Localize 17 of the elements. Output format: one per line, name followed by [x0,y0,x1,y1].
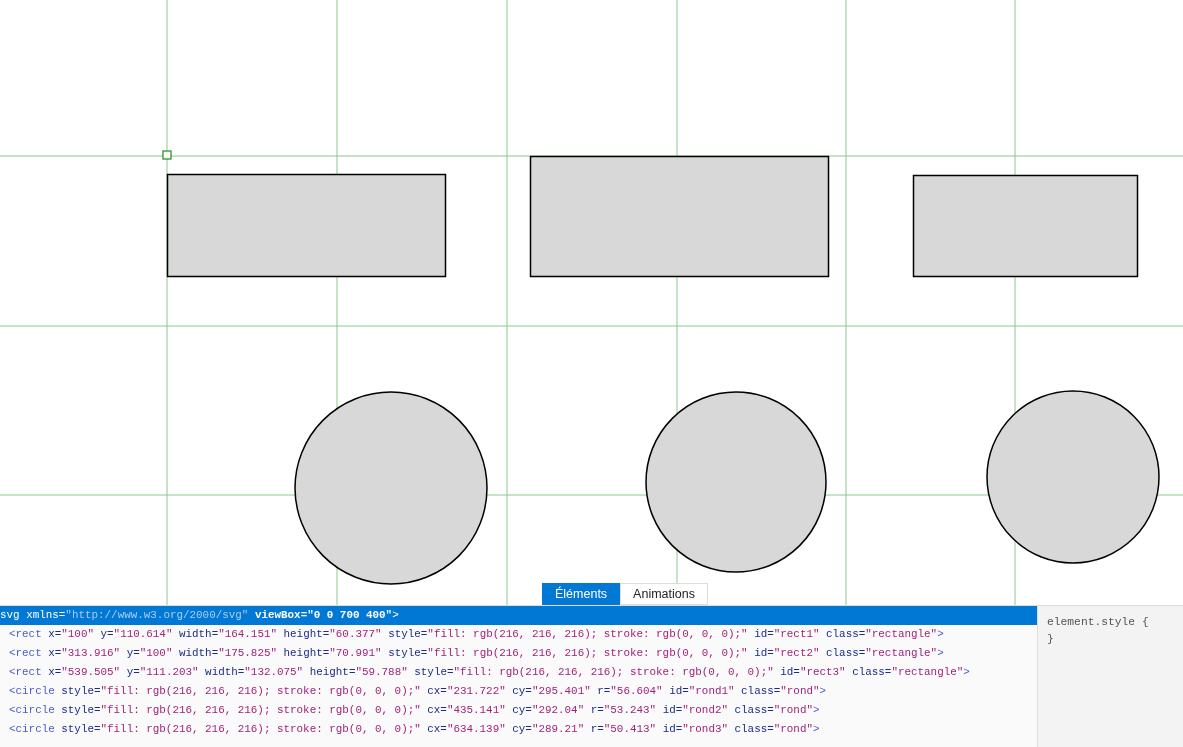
rectangle-shape[interactable] [912,174,1139,278]
devtools-tab[interactable]: Éléments [542,583,621,605]
style-rule-line: } [1047,632,1055,647]
dom-node-line[interactable]: <circle style="fill: rgb(216, 216, 216); stroke: rgb(0, 0, 0);" cx="634.139" cy="289.21" r="50.413" id="rond3" class="rond"> [0,720,1037,739]
devtools-tab[interactable]: Animations [620,583,708,605]
dom-node-line[interactable]: <rect x="100" y="110.614" width="164.151" height="60.377" style="fill: rgb(216, 216, 216); stroke: rgb(0, 0, 0);" id="rect1" class="rectangle"> [0,625,1037,644]
rectangle-shape[interactable] [529,155,830,278]
dom-node-line[interactable]: <circle style="fill: rgb(216, 216, 216); stroke: rgb(0, 0, 0);" cx="435.141" cy="292.04" r="53.243" id="rond2" class="rond"> [0,701,1037,720]
circle-shape[interactable] [986,390,1160,564]
dom-node-line[interactable]: <rect x="539.505" y="111.203" width="132.075" height="59.788" style="fill: rgb(216, 216, 216); stroke: rgb(0, 0, 0);" id="rect3" class="rectangle"> [0,663,1037,682]
selection-handle[interactable] [162,150,172,160]
dom-node-line[interactable]: <circle style="fill: rgb(216, 216, 216); stroke: rgb(0, 0, 0);" cx="231.722" cy="295.401" r="56.604" id="rond1" class="rond"> [0,682,1037,701]
circle-shape[interactable] [645,391,827,573]
rectangle-shape[interactable] [166,173,447,278]
dom-node-line[interactable]: <rect x="313.916" y="100" width="175.825" height="70.991" style="fill: rgb(216, 216, 216); stroke: rgb(0, 0, 0);" id="rect2" class="rectangle"> [0,644,1037,663]
style-rule-line: element.style { [1047,615,1150,630]
circle-shape[interactable] [294,391,488,585]
